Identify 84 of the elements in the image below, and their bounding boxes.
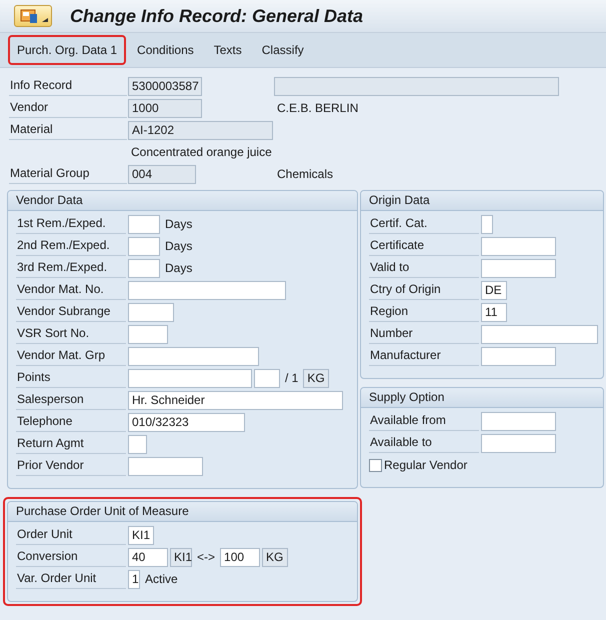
field-label: Var. Order Unit: [16, 569, 126, 589]
input-field[interactable]: [128, 368, 252, 388]
input-field[interactable]: [128, 324, 168, 344]
field-text: C.E.B. BERLIN: [276, 101, 360, 115]
window-title: Change Info Record: General Data: [70, 6, 364, 26]
field-text: Active: [144, 572, 179, 586]
input-field[interactable]: [481, 434, 556, 452]
input-field[interactable]: 40: [128, 548, 168, 566]
field-text: Days: [164, 239, 194, 253]
field-text: Chemicals: [276, 167, 334, 181]
field-label: Available to: [369, 433, 479, 453]
tab[interactable]: Classify: [252, 35, 313, 65]
field-label: Return Agmt: [16, 434, 126, 454]
input-field[interactable]: 010/32323: [128, 412, 245, 432]
input-field: 1000: [128, 98, 202, 118]
field-label: Ctry of Origin: [369, 280, 479, 300]
field-label: Material Group: [9, 164, 127, 184]
input-field[interactable]: [128, 434, 147, 454]
field-label: 1st Rem./Exped.: [16, 214, 126, 234]
field-label: Region: [369, 302, 479, 322]
input-field[interactable]: [481, 324, 598, 344]
input-field[interactable]: 100: [220, 548, 260, 566]
caret-icon: [42, 18, 48, 22]
field-label: Material: [9, 120, 127, 140]
field-label: Valid to: [369, 258, 479, 278]
field-text: Days: [164, 217, 194, 231]
field-text: Days: [164, 261, 194, 275]
input-field: KI1: [170, 548, 192, 566]
input-field[interactable]: [128, 346, 259, 366]
group-title: Supply Option: [361, 388, 603, 408]
input-field[interactable]: [128, 214, 160, 234]
tab[interactable]: Texts: [204, 35, 251, 65]
group-title: Vendor Data: [8, 191, 357, 211]
input-field[interactable]: [128, 236, 160, 256]
field-label: Salesperson: [16, 390, 126, 410]
field-label: Available from: [369, 411, 479, 431]
field-text: Concentrated orange juice: [130, 145, 273, 159]
input-field[interactable]: [481, 346, 556, 366]
field-label: Certificate: [369, 236, 479, 256]
field-label: Vendor Subrange: [16, 302, 126, 322]
field-label: Conversion: [16, 547, 126, 567]
field-text: / 1: [284, 371, 300, 385]
group-title: Origin Data: [361, 191, 603, 211]
field-label: Vendor: [9, 98, 127, 118]
input-field: KG: [262, 548, 288, 566]
input-field: 004: [128, 164, 196, 184]
field-label: Manufacturer: [369, 346, 479, 366]
field-label: Telephone: [16, 412, 126, 432]
input-field[interactable]: 1: [128, 570, 140, 588]
input-field[interactable]: 11: [481, 302, 507, 322]
field-label: Info Record: [9, 76, 127, 96]
input-field: KG: [303, 368, 330, 388]
field-label: Vendor Mat. No.: [16, 280, 126, 300]
menu-button[interactable]: [14, 5, 52, 27]
input-field[interactable]: [481, 236, 556, 256]
input-field[interactable]: [128, 456, 203, 476]
checkbox[interactable]: [369, 458, 382, 472]
field-label: Points: [16, 368, 126, 388]
field-label: 3rd Rem./Exped.: [16, 258, 126, 278]
input-field[interactable]: KI1: [128, 526, 154, 544]
input-field[interactable]: [481, 214, 493, 234]
field-label: Vendor Mat. Grp: [16, 346, 126, 366]
field-label: Number: [369, 324, 479, 344]
input-field[interactable]: [128, 258, 160, 278]
input-field: 5300003587: [128, 76, 202, 96]
field-label: Certif. Cat.: [369, 214, 479, 234]
field-label: 2nd Rem./Exped.: [16, 236, 126, 256]
input-field[interactable]: DE: [481, 280, 507, 300]
field-text: <->: [196, 550, 216, 564]
checkbox-label: Regular Vendor: [384, 458, 468, 472]
group-title: Purchase Order Unit of Measure: [8, 502, 357, 522]
input-field[interactable]: [128, 280, 286, 300]
input-field[interactable]: [254, 368, 280, 388]
field-label: Prior Vendor: [16, 456, 126, 476]
input-field[interactable]: [481, 412, 556, 430]
input-field[interactable]: [128, 302, 174, 322]
input-field[interactable]: Hr. Schneider: [128, 390, 343, 410]
input-field[interactable]: [481, 258, 556, 278]
field-label: Order Unit: [16, 525, 126, 545]
tab[interactable]: Conditions: [128, 35, 203, 65]
input-field: AI-1202: [128, 120, 273, 140]
field-label: VSR Sort No.: [16, 324, 126, 344]
tab[interactable]: Purch. Org. Data 1: [8, 35, 126, 65]
screen-icon: [20, 8, 38, 24]
